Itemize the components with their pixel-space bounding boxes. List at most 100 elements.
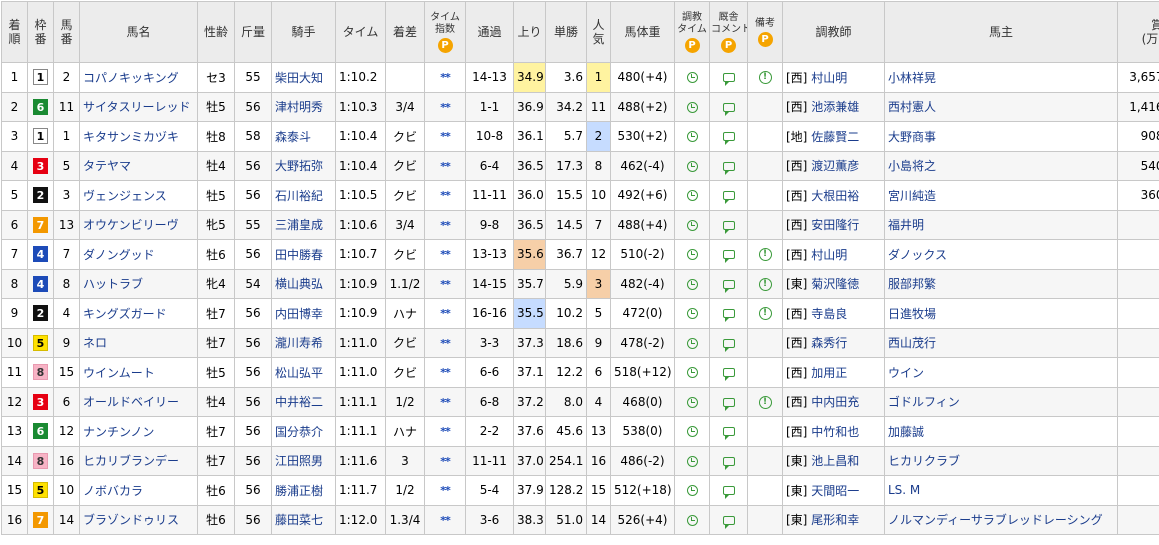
training-cell[interactable] [674, 91, 710, 122]
trainer-link[interactable]: 村山明 [811, 248, 847, 262]
comment-cell[interactable] [709, 239, 748, 270]
owner-link[interactable]: ゴドルフィン [884, 386, 1118, 417]
speech-bubble-icon[interactable] [722, 486, 735, 500]
timeindex-cell[interactable]: ** [424, 298, 466, 329]
clock-icon[interactable] [686, 278, 698, 290]
comment-cell[interactable] [709, 62, 748, 93]
jockey-link[interactable]: 横山典弘 [271, 268, 336, 299]
clock-icon[interactable] [686, 485, 698, 497]
training-cell[interactable] [674, 504, 710, 535]
comment-cell[interactable] [709, 209, 748, 240]
clock-icon[interactable] [686, 72, 698, 84]
clock-icon[interactable] [686, 426, 698, 438]
horse-name-link[interactable]: ダノングッド [79, 239, 198, 270]
jockey-link[interactable]: 大野拓弥 [271, 150, 336, 181]
comment-cell[interactable] [709, 357, 748, 388]
clock-icon[interactable] [686, 514, 698, 526]
training-cell[interactable] [674, 121, 710, 152]
owner-link[interactable]: 福井明 [884, 209, 1118, 240]
header-training-time[interactable]: 調教 タイム P [674, 1, 710, 63]
jockey-link[interactable]: 国分恭介 [271, 416, 336, 447]
comment-cell[interactable] [709, 475, 748, 506]
owner-link[interactable]: ダノックス [884, 239, 1118, 270]
training-cell[interactable] [674, 150, 710, 181]
jockey-link[interactable]: 森泰斗 [271, 121, 336, 152]
owner-link[interactable]: 加藤誠 [884, 416, 1118, 447]
owner-link[interactable]: ウイン [884, 357, 1118, 388]
training-cell[interactable] [674, 62, 710, 93]
speech-bubble-icon[interactable] [722, 161, 735, 175]
horse-name-link[interactable]: ヒカリブランデー [79, 445, 198, 476]
header-odds[interactable]: 単勝 [545, 1, 587, 63]
clock-icon[interactable] [686, 367, 698, 379]
owner-link[interactable]: 西山茂行 [884, 327, 1118, 358]
training-cell[interactable] [674, 239, 710, 270]
header-timeindex[interactable]: タイム 指数 P [424, 1, 466, 63]
jockey-link[interactable]: 中井裕二 [271, 386, 336, 417]
speech-bubble-icon[interactable] [722, 309, 735, 323]
exclamation-icon[interactable]: ! [758, 307, 772, 321]
clock-icon[interactable] [686, 337, 698, 349]
comment-cell[interactable] [709, 121, 748, 152]
trainer-link[interactable]: 森秀行 [811, 336, 847, 350]
training-cell[interactable] [674, 386, 710, 417]
speech-bubble-icon[interactable] [722, 456, 735, 470]
training-cell[interactable] [674, 357, 710, 388]
speech-bubble-icon[interactable] [722, 191, 735, 205]
jockey-link[interactable]: 瀧川寿希 [271, 327, 336, 358]
horse-name-link[interactable]: ナンチンノン [79, 416, 198, 447]
owner-link[interactable]: 大野商事 [884, 121, 1118, 152]
training-cell[interactable] [674, 475, 710, 506]
header-owner[interactable]: 馬主 [884, 1, 1118, 63]
trainer-link[interactable]: 寺島良 [811, 307, 847, 321]
timeindex-cell[interactable]: ** [424, 445, 466, 476]
header-last3f[interactable]: 上り [513, 1, 546, 63]
comment-cell[interactable] [709, 91, 748, 122]
speech-bubble-icon[interactable] [722, 368, 735, 382]
owner-link[interactable]: 宮川純造 [884, 180, 1118, 211]
comment-cell[interactable] [709, 504, 748, 535]
exclamation-icon[interactable]: ! [758, 248, 772, 262]
header-stable-comment[interactable]: 厩舎 コメント P [709, 1, 748, 63]
trainer-link[interactable]: 池上昌和 [811, 454, 859, 468]
jockey-link[interactable]: 石川裕紀 [271, 180, 336, 211]
clock-icon[interactable] [686, 396, 698, 408]
horse-name-link[interactable]: ハットラブ [79, 268, 198, 299]
header-note[interactable]: 備考 P [747, 1, 783, 63]
comment-cell[interactable] [709, 268, 748, 299]
speech-bubble-icon[interactable] [722, 515, 735, 529]
owner-link[interactable]: ヒカリクラブ [884, 445, 1118, 476]
header-rank[interactable]: 着順 [1, 1, 28, 63]
training-cell[interactable] [674, 416, 710, 447]
timeindex-cell[interactable]: ** [424, 327, 466, 358]
timeindex-cell[interactable]: ** [424, 150, 466, 181]
jockey-link[interactable]: 勝浦正樹 [271, 475, 336, 506]
trainer-link[interactable]: 安田隆行 [811, 218, 859, 232]
timeindex-cell[interactable]: ** [424, 416, 466, 447]
timeindex-cell[interactable]: ** [424, 475, 466, 506]
header-waku[interactable]: 枠番 [27, 1, 54, 63]
speech-bubble-icon[interactable] [722, 338, 735, 352]
horse-name-link[interactable]: ブラゾンドゥリス [79, 504, 198, 535]
header-popularity[interactable]: 人 気 [586, 1, 611, 63]
comment-cell[interactable] [709, 386, 748, 417]
comment-cell[interactable] [709, 150, 748, 181]
exclamation-icon[interactable]: ! [758, 277, 772, 291]
owner-link[interactable]: ノルマンディーサラブレッドレーシング [884, 504, 1118, 535]
training-cell[interactable] [674, 327, 710, 358]
horse-name-link[interactable]: キタサンミカヅキ [79, 121, 198, 152]
header-weight[interactable]: 斤量 [234, 1, 272, 63]
jockey-link[interactable]: 内田博幸 [271, 298, 336, 329]
clock-icon[interactable] [686, 190, 698, 202]
header-margin[interactable]: 着差 [385, 1, 425, 63]
exclamation-icon[interactable]: ! [758, 395, 772, 409]
timeindex-cell[interactable]: ** [424, 91, 466, 122]
training-cell[interactable] [674, 268, 710, 299]
training-cell[interactable] [674, 180, 710, 211]
clock-icon[interactable] [686, 455, 698, 467]
timeindex-cell[interactable]: ** [424, 239, 466, 270]
header-time[interactable]: タイム [335, 1, 386, 63]
jockey-link[interactable]: 三浦皇成 [271, 209, 336, 240]
training-cell[interactable] [674, 209, 710, 240]
owner-link[interactable]: 小島将之 [884, 150, 1118, 181]
